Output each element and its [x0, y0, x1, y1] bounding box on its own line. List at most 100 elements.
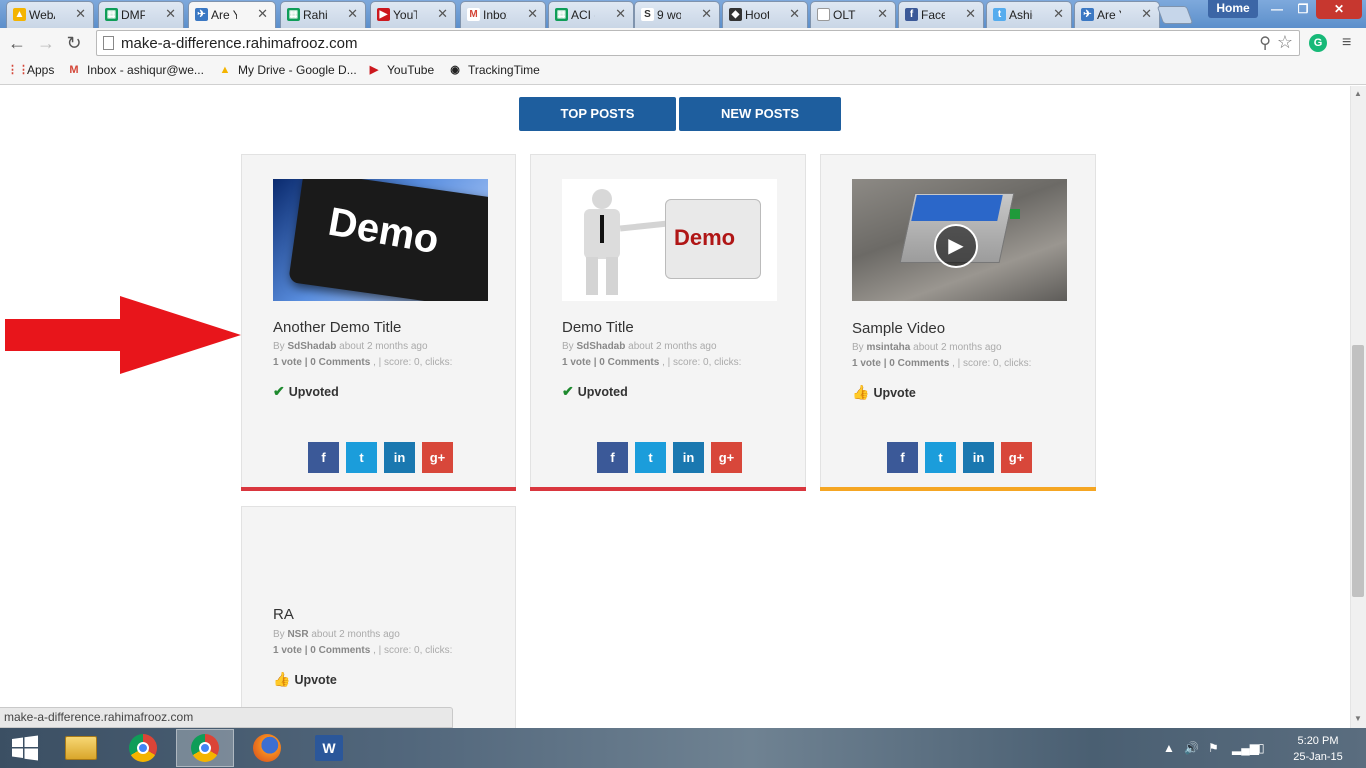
chrome-icon[interactable]: [114, 729, 172, 767]
volume-icon[interactable]: 🔊: [1184, 741, 1199, 755]
googleplus-share-button[interactable]: g+: [1001, 442, 1032, 473]
word-icon[interactable]: W: [300, 729, 358, 767]
address-bar[interactable]: make-a-difference.rahimafrooz.com ⚲ ☆: [96, 30, 1300, 56]
twitter-share-button[interactable]: t: [346, 442, 377, 473]
tab-twitter[interactable]: t Ashiqu ✕: [986, 1, 1072, 28]
linkedin-share-button[interactable]: in: [673, 442, 704, 473]
close-tab-icon[interactable]: ✕: [437, 6, 448, 22]
tab-youtube[interactable]: ▶ YouTu ✕: [370, 1, 456, 28]
close-tab-icon[interactable]: ✕: [965, 6, 976, 22]
tab-dmp[interactable]: ▦ DMP \ ✕: [98, 1, 184, 28]
show-hidden-icons[interactable]: ▲: [1163, 741, 1175, 755]
facebook-share-button[interactable]: f: [308, 442, 339, 473]
close-tab-icon[interactable]: ✕: [877, 6, 888, 22]
tab-are-you-2[interactable]: ✈ Are Yo ✕: [1074, 1, 1160, 28]
tab-inbox[interactable]: M Inbox ✕: [460, 1, 546, 28]
author-link[interactable]: msintaha: [866, 342, 910, 353]
close-tab-icon[interactable]: ✕: [75, 6, 86, 22]
reload-button[interactable]: ↻: [64, 33, 84, 53]
comments-link[interactable]: 0 Comments: [889, 358, 949, 369]
restore-button[interactable]: ❐: [1290, 0, 1316, 19]
facebook-share-button[interactable]: f: [887, 442, 918, 473]
tab-webapp[interactable]: ▲ WebA ✕: [6, 1, 94, 28]
close-tab-icon[interactable]: ✕: [1141, 6, 1152, 22]
close-tab-icon[interactable]: ✕: [257, 6, 268, 22]
action-center-flag-icon[interactable]: ⚑: [1208, 741, 1219, 755]
tab-facebook[interactable]: f Faceb ✕: [898, 1, 984, 28]
bookmark-apps[interactable]: ⋮⋮ Apps: [7, 63, 54, 77]
post-thumbnail[interactable]: Demo: [273, 179, 488, 301]
linkedin-share-button[interactable]: in: [963, 442, 994, 473]
post-title[interactable]: RA: [273, 606, 294, 623]
post-title[interactable]: Sample Video: [852, 320, 945, 337]
post-stats: 1 vote | 0 Comments , | score: 0, clicks…: [273, 645, 453, 656]
start-icon[interactable]: [0, 729, 50, 767]
play-icon[interactable]: ▶: [934, 224, 978, 268]
tab-9-worst[interactable]: S 9 wors ✕: [634, 1, 720, 28]
back-button[interactable]: ←: [7, 33, 27, 53]
scrollbar-thumb[interactable]: [1352, 345, 1364, 597]
bookmark-youtube[interactable]: ▶ YouTube: [367, 63, 434, 77]
file-explorer-icon[interactable]: [52, 729, 110, 767]
post-title[interactable]: Demo Title: [562, 319, 634, 336]
card-accent-bar: [820, 487, 1096, 491]
author-link[interactable]: SdShadab: [576, 341, 625, 352]
author-link[interactable]: SdShadab: [287, 341, 336, 352]
bookmark-my-drive[interactable]: ▲ My Drive - Google D...: [218, 63, 357, 77]
bookmark-trackingtime[interactable]: ◉ TrackingTime: [448, 63, 540, 77]
comments-link[interactable]: 0 Comments: [599, 357, 659, 368]
comments-link[interactable]: 0 Comments: [310, 357, 370, 368]
comments-link[interactable]: 0 Comments: [310, 645, 370, 656]
apps-grid-icon: ⋮⋮: [7, 64, 29, 76]
googleplus-share-button[interactable]: g+: [711, 442, 742, 473]
system-clock[interactable]: 5:20 PM 25-Jan-15: [1288, 733, 1348, 765]
bookmark-star-icon[interactable]: ☆: [1277, 32, 1293, 53]
minimize-button[interactable]: —: [1264, 0, 1290, 19]
close-window-button[interactable]: ✕: [1316, 0, 1362, 19]
scroll-down-arrow-icon[interactable]: ▼: [1352, 713, 1364, 725]
network-signal-icon[interactable]: ▂▄▆: [1232, 741, 1259, 755]
upvoted-status[interactable]: ✔ Upvoted: [273, 383, 339, 400]
linkedin-share-button[interactable]: in: [384, 442, 415, 473]
chrome-menu-icon[interactable]: ≡: [1342, 34, 1351, 52]
upvote-button[interactable]: 👍 Upvote: [273, 671, 337, 688]
forward-button[interactable]: →: [36, 33, 56, 53]
close-tab-icon[interactable]: ✕: [701, 6, 712, 22]
share-buttons: f t in g+: [887, 442, 1039, 473]
tab-are-you-active[interactable]: ✈ Are Yo ✕: [188, 1, 276, 28]
upvoted-status[interactable]: ✔ Upvoted: [562, 383, 628, 400]
post-title[interactable]: Another Demo Title: [273, 319, 401, 336]
close-tab-icon[interactable]: ✕: [1053, 6, 1064, 22]
page-icon: [817, 8, 830, 21]
upvote-button[interactable]: 👍 Upvote: [852, 384, 916, 401]
video-thumbnail[interactable]: ▶: [852, 179, 1067, 301]
tab-hootsuite[interactable]: ◆ Hoots ✕: [722, 1, 808, 28]
top-posts-button[interactable]: TOP POSTS: [519, 97, 676, 131]
share-buttons: f t in g+: [308, 442, 460, 473]
zoom-icon[interactable]: ⚲: [1259, 33, 1271, 53]
chrome-icon[interactable]: [176, 729, 234, 767]
twitter-share-button[interactable]: t: [925, 442, 956, 473]
googleplus-share-button[interactable]: g+: [422, 442, 453, 473]
clock-date: 25-Jan-15: [1293, 751, 1343, 763]
scroll-up-arrow-icon[interactable]: ▲: [1352, 88, 1364, 100]
tab-aci[interactable]: ▦ ACI - ( ✕: [548, 1, 634, 28]
firefox-icon[interactable]: [238, 729, 296, 767]
battery-icon[interactable]: ▯: [1258, 741, 1265, 755]
new-posts-button[interactable]: NEW POSTS: [679, 97, 841, 131]
grammarly-extension-icon[interactable]: G: [1309, 34, 1327, 52]
close-tab-icon[interactable]: ✕: [347, 6, 358, 22]
twitter-share-button[interactable]: t: [635, 442, 666, 473]
tab-rahim[interactable]: ▦ Rahim ✕: [280, 1, 366, 28]
post-thumbnail[interactable]: Demo: [562, 179, 777, 301]
close-tab-icon[interactable]: ✕: [789, 6, 800, 22]
author-link[interactable]: NSR: [287, 629, 308, 640]
facebook-share-button[interactable]: f: [597, 442, 628, 473]
tab-olt[interactable]: OLT St ✕: [810, 1, 896, 28]
close-tab-icon[interactable]: ✕: [615, 6, 626, 22]
close-tab-icon[interactable]: ✕: [527, 6, 538, 22]
new-tab-button[interactable]: [1156, 6, 1194, 24]
bookmark-inbox[interactable]: M Inbox - ashiqur@we...: [67, 63, 204, 77]
share-buttons: f t in g+: [597, 442, 749, 473]
close-tab-icon[interactable]: ✕: [165, 6, 176, 22]
